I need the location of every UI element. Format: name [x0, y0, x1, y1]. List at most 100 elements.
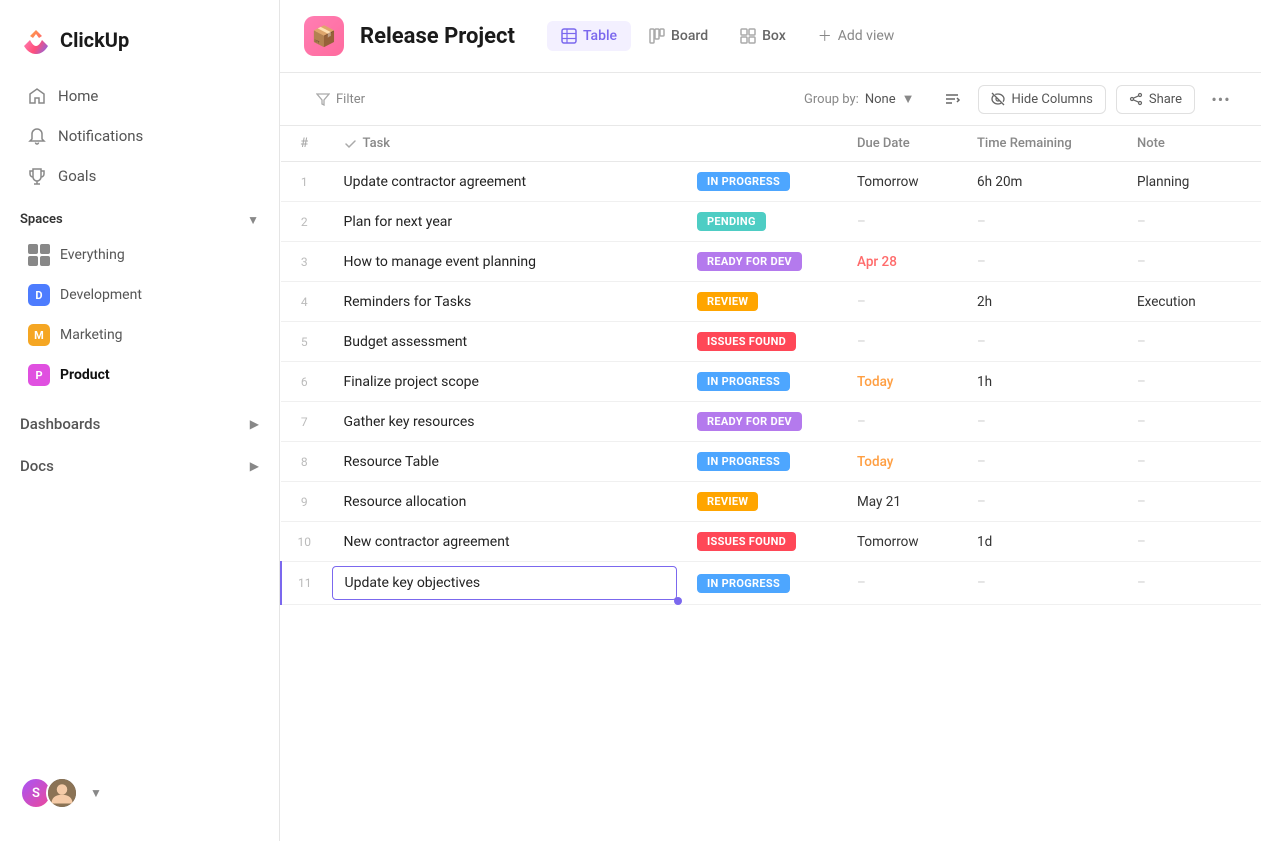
status-badge: IN PROGRESS — [697, 574, 790, 593]
tab-box[interactable]: Box — [726, 21, 800, 51]
more-options-button[interactable]: ••• — [1205, 83, 1237, 115]
status-badge: REVIEW — [697, 292, 758, 311]
table-row[interactable]: 5 Budget assessment ISSUES FOUND – – – — [281, 322, 1261, 362]
cell-time-remaining: – — [961, 202, 1121, 242]
cell-task[interactable]: Plan for next year — [328, 202, 682, 242]
cell-status[interactable]: READY FOR DEV — [681, 402, 841, 442]
table-row[interactable]: 11 Update key objectives IN PROGRESS – –… — [281, 562, 1261, 605]
bell-icon — [28, 127, 46, 145]
table-row[interactable]: 4 Reminders for Tasks REVIEW – 2h Execut… — [281, 282, 1261, 322]
table-row[interactable]: 9 Resource allocation REVIEW May 21 – – — [281, 482, 1261, 522]
cell-due-date: – — [841, 282, 961, 322]
table-row[interactable]: 8 Resource Table IN PROGRESS Today – – — [281, 442, 1261, 482]
cell-note: Planning — [1121, 162, 1261, 202]
table-row[interactable]: 3 How to manage event planning READY FOR… — [281, 242, 1261, 282]
sidebar-item-marketing[interactable]: M Marketing — [8, 316, 271, 354]
table-body: 1 Update contractor agreement IN PROGRES… — [281, 162, 1261, 605]
sidebar-item-development[interactable]: D Development — [8, 276, 271, 314]
sidebar-item-goals[interactable]: Goals — [8, 157, 271, 195]
cell-due-date: – — [841, 562, 961, 605]
sidebar-item-notifications[interactable]: Notifications — [8, 117, 271, 155]
cell-task[interactable]: Resource allocation — [328, 482, 682, 522]
table-row[interactable]: 2 Plan for next year PENDING – – – — [281, 202, 1261, 242]
cell-task[interactable]: Resource Table — [328, 442, 682, 482]
app-name: ClickUp — [60, 28, 129, 52]
add-view-button[interactable]: ＋ Add view — [804, 19, 909, 53]
cell-status[interactable]: ISSUES FOUND — [681, 522, 841, 562]
cell-status[interactable]: IN PROGRESS — [681, 362, 841, 402]
status-badge: ISSUES FOUND — [697, 532, 796, 551]
ellipsis-icon: ••• — [1211, 90, 1230, 109]
cell-note: – — [1121, 362, 1261, 402]
cell-note: – — [1121, 562, 1261, 605]
share-label: Share — [1149, 92, 1182, 107]
marketing-label: Marketing — [60, 327, 123, 343]
cell-status[interactable]: ISSUES FOUND — [681, 322, 841, 362]
table-row[interactable]: 1 Update contractor agreement IN PROGRES… — [281, 162, 1261, 202]
spaces-section-header[interactable]: Spaces ▼ — [0, 196, 279, 235]
filter-button[interactable]: Filter — [304, 86, 377, 113]
spaces-label: Spaces — [20, 212, 63, 227]
cell-status[interactable]: READY FOR DEV — [681, 242, 841, 282]
cell-status[interactable]: IN PROGRESS — [681, 162, 841, 202]
cell-task[interactable]: Budget assessment — [328, 322, 682, 362]
cell-note: – — [1121, 522, 1261, 562]
hide-columns-button[interactable]: Hide Columns — [978, 85, 1105, 114]
group-by-button[interactable]: Group by: None ▼ — [792, 85, 926, 113]
cell-task[interactable]: How to manage event planning — [328, 242, 682, 282]
hide-columns-label: Hide Columns — [1011, 92, 1092, 107]
user-avatar-photo[interactable] — [46, 777, 78, 809]
toolbar-right: Group by: None ▼ Hide Columns — [792, 83, 1237, 115]
table-row[interactable]: 10 New contractor agreement ISSUES FOUND… — [281, 522, 1261, 562]
cell-due-date: Today — [841, 442, 961, 482]
user-avatars: S — [20, 777, 78, 809]
development-label: Development — [60, 287, 142, 303]
sidebar-item-dashboards[interactable]: Dashboards ▶ — [0, 403, 279, 445]
cell-task[interactable]: Reminders for Tasks — [328, 282, 682, 322]
tab-board[interactable]: Board — [635, 21, 722, 51]
cell-note: – — [1121, 242, 1261, 282]
tab-table[interactable]: Table — [547, 21, 631, 51]
tab-board-label: Board — [671, 28, 708, 44]
share-button[interactable]: Share — [1116, 85, 1195, 114]
home-icon — [28, 87, 46, 105]
project-title: Release Project — [360, 24, 515, 49]
cell-num: 6 — [281, 362, 328, 402]
cell-status[interactable]: IN PROGRESS — [681, 562, 841, 605]
view-tabs: Table Board Box — [547, 19, 908, 53]
status-badge: PENDING — [697, 212, 766, 231]
cell-note: – — [1121, 202, 1261, 242]
filter-icon — [316, 92, 330, 106]
table-row[interactable]: 6 Finalize project scope IN PROGRESS Tod… — [281, 362, 1261, 402]
cell-time-remaining: – — [961, 402, 1121, 442]
cell-num: 3 — [281, 242, 328, 282]
col-header-due: Due Date — [841, 126, 961, 162]
col-header-status — [681, 126, 841, 162]
sort-button[interactable] — [936, 83, 968, 115]
cell-task[interactable]: Update key objectives — [328, 562, 682, 605]
cell-task[interactable]: New contractor agreement — [328, 522, 682, 562]
user-menu-chevron[interactable]: ▼ — [90, 786, 102, 800]
sidebar-item-product[interactable]: P Product — [8, 356, 271, 394]
cell-status[interactable]: REVIEW — [681, 282, 841, 322]
table-row[interactable]: 7 Gather key resources READY FOR DEV – –… — [281, 402, 1261, 442]
cell-task[interactable]: Gather key resources — [328, 402, 682, 442]
status-badge: IN PROGRESS — [697, 172, 790, 191]
sidebar-item-docs[interactable]: Docs ▶ — [0, 445, 279, 487]
cell-num: 10 — [281, 522, 328, 562]
cell-status[interactable]: IN PROGRESS — [681, 442, 841, 482]
cell-note: – — [1121, 482, 1261, 522]
spaces-chevron: ▼ — [247, 213, 259, 227]
everything-icon — [28, 244, 50, 266]
cell-note: – — [1121, 442, 1261, 482]
plus-icon: ＋ — [818, 26, 832, 46]
col-header-note: Note — [1121, 126, 1261, 162]
cell-status[interactable]: REVIEW — [681, 482, 841, 522]
marketing-avatar: M — [28, 324, 50, 346]
cell-task[interactable]: Update contractor agreement — [328, 162, 682, 202]
cell-status[interactable]: PENDING — [681, 202, 841, 242]
dashboards-arrow: ▶ — [250, 417, 259, 431]
cell-task[interactable]: Finalize project scope — [328, 362, 682, 402]
sidebar-item-home[interactable]: Home — [8, 77, 271, 115]
sidebar-item-everything[interactable]: Everything — [8, 236, 271, 274]
